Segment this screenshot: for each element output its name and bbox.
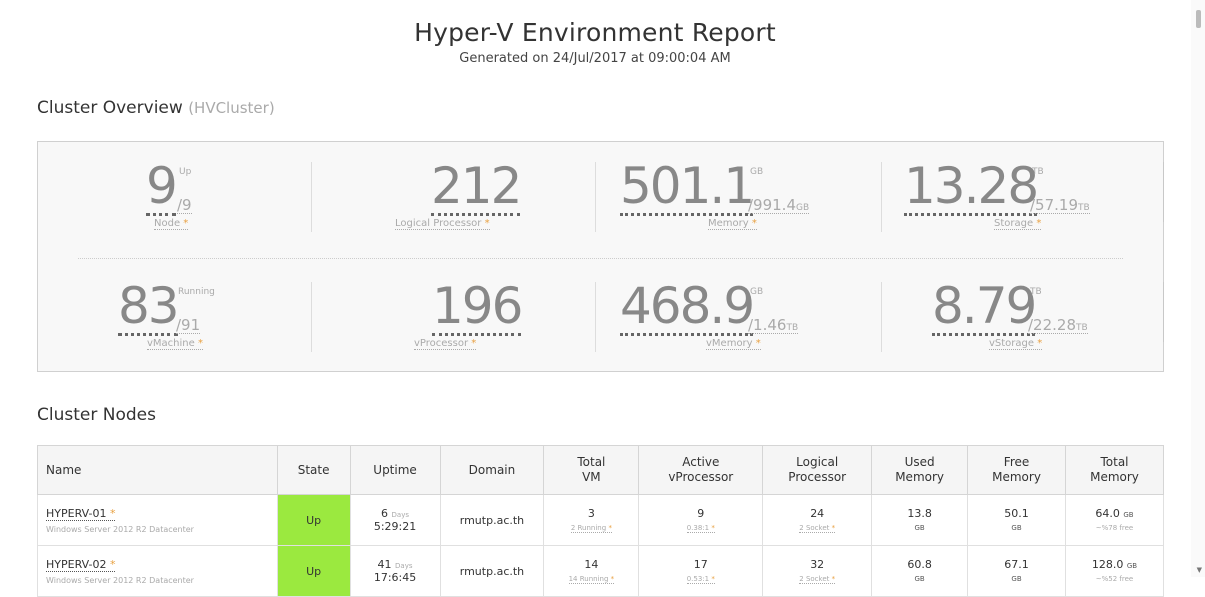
vmachine-running-count[interactable]: 83: [118, 281, 180, 336]
overview-row-divider: [78, 258, 1123, 259]
storage-label[interactable]: Storage *: [994, 218, 1042, 230]
column-header-free-memory: Free Memory: [967, 445, 1066, 495]
vstorage-label[interactable]: vStorage *: [989, 338, 1043, 350]
node-total-vm: 14 14 Running *: [543, 545, 640, 597]
column-header-logical-processor: Logical Processor: [762, 445, 873, 495]
vmachine-stat: 83 Running /91 vMachine *: [118, 272, 298, 352]
panel-divider: [1163, 282, 1164, 342]
stat-divider: [311, 162, 312, 232]
socket-link[interactable]: 2 Socket *: [799, 575, 836, 584]
node-total-memory: 128.0 GB ~%52 free: [1065, 545, 1164, 597]
memory-unit: GB: [750, 167, 764, 177]
report-title: Hyper-V Environment Report: [414, 18, 776, 47]
table-row: HYPERV-02 * Windows Server 2012 R2 Datac…: [37, 545, 1164, 597]
cluster-overview-heading: Cluster Overview (HVCluster): [37, 98, 275, 118]
stat-divider: [881, 282, 882, 352]
running-vm-link[interactable]: 14 Running *: [568, 575, 615, 584]
node-hostname-link[interactable]: HYPERV-01 *: [46, 506, 116, 521]
column-header-domain: Domain: [439, 445, 545, 495]
node-name-cell: HYPERV-02 * Windows Server 2012 R2 Datac…: [37, 545, 278, 597]
vstorage-used[interactable]: 8.79: [932, 281, 1037, 336]
memory-stat: 501.1 GB /991.4GB Memory *: [620, 152, 860, 232]
storage-stat: 13.28 TB /57.19TB Storage *: [904, 152, 1154, 232]
column-header-total-vm: Total VM: [543, 445, 640, 495]
panel-divider: [1163, 162, 1164, 222]
column-header-uptime: Uptime: [349, 445, 441, 495]
node-used-memory: 60.8 GB: [871, 545, 969, 597]
node-logical-processor: 32 2 Socket *: [762, 545, 873, 597]
node-stat: 9 Up /9 Node *: [146, 152, 316, 232]
storage-used[interactable]: 13.28: [904, 161, 1039, 216]
column-header-used-memory: Used Memory: [871, 445, 969, 495]
vmachine-total[interactable]: /91: [176, 318, 201, 334]
report-header: Hyper-V Environment Report Generated on …: [0, 18, 1190, 66]
vmachine-label[interactable]: vMachine *: [147, 338, 203, 350]
running-vm-link[interactable]: 2 Running *: [570, 524, 612, 533]
vstorage-stat: 8.79 TB /22.28TB vStorage *: [932, 272, 1162, 352]
stat-divider: [311, 282, 312, 352]
node-free-memory: 67.1 GB: [967, 545, 1066, 597]
node-up-label: Up: [179, 167, 192, 177]
vprocessor-ratio-link[interactable]: 0.53:1 *: [686, 575, 715, 584]
socket-link[interactable]: 2 Socket *: [799, 524, 836, 533]
vmemory-stat: 468.9 GB /1.46TB vMemory *: [620, 272, 860, 352]
node-total-memory: 64.0 GB ~%78 free: [1065, 494, 1164, 546]
stat-divider: [595, 282, 596, 352]
memory-total[interactable]: /991.4GB: [748, 198, 810, 214]
cluster-nodes-table: Name State Uptime Domain Total VM Active v…: [37, 445, 1164, 597]
node-active-vprocessor: 9 0.38:1 *: [638, 494, 764, 546]
vertical-scrollbar[interactable]: ▼: [1191, 0, 1205, 577]
logical-processor-count[interactable]: 212: [431, 161, 522, 216]
node-hostname-link[interactable]: HYPERV-02 *: [46, 557, 116, 572]
vstorage-total[interactable]: /22.28TB: [1028, 318, 1088, 334]
vstorage-unit: TB: [1030, 287, 1042, 297]
node-logical-processor: 24 2 Socket *: [762, 494, 873, 546]
logical-processor-label[interactable]: Logical Processor *: [395, 218, 490, 230]
vprocessor-label[interactable]: vProcessor *: [414, 338, 477, 350]
vmemory-total[interactable]: /1.46TB: [748, 318, 799, 334]
node-state-badge: Up: [276, 545, 351, 597]
table-header-row: Name State Uptime Domain Total VM Active v…: [37, 445, 1164, 495]
node-state-badge: Up: [276, 494, 351, 546]
memory-label[interactable]: Memory *: [708, 218, 757, 230]
node-domain: rmutp.ac.th: [439, 545, 545, 597]
cluster-overview-title: Cluster Overview: [37, 98, 183, 118]
node-label[interactable]: Node *: [154, 218, 189, 230]
logical-processor-stat: 212 Logical Processor *: [395, 152, 595, 232]
column-header-active-vprocessor: Active vProcessor: [638, 445, 764, 495]
vmachine-running-label: Running: [178, 287, 215, 297]
node-active-vprocessor: 17 0.53:1 *: [638, 545, 764, 597]
node-name-cell: HYPERV-01 * Windows Server 2012 R2 Datac…: [37, 494, 278, 546]
table-row: HYPERV-01 * Windows Server 2012 R2 Datac…: [37, 494, 1164, 546]
vmemory-label[interactable]: vMemory *: [706, 338, 761, 350]
node-domain: rmutp.ac.th: [439, 494, 545, 546]
vprocessor-ratio-link[interactable]: 0.38:1 *: [686, 524, 715, 533]
stat-divider: [595, 162, 596, 232]
node-uptime: 41 Days 17:6:45: [349, 545, 441, 597]
vmemory-used[interactable]: 468.9: [620, 281, 755, 336]
column-header-name: Name: [37, 445, 278, 495]
node-total-vm: 32 Running *: [543, 494, 640, 546]
vmemory-unit: GB: [750, 287, 764, 297]
memory-used[interactable]: 501.1: [620, 161, 755, 216]
vprocessor-count[interactable]: 196: [432, 281, 523, 336]
node-total[interactable]: /9: [177, 198, 192, 214]
stat-divider: [881, 162, 882, 232]
storage-unit: TB: [1032, 167, 1044, 177]
cluster-overview-panel: 9 Up /9 Node * 212 Logical Processor * 5…: [37, 141, 1164, 372]
column-header-state: State: [276, 445, 351, 495]
cluster-nodes-title: Cluster Nodes: [37, 405, 156, 425]
column-header-total-memory: Total Memory: [1065, 445, 1164, 495]
node-used-memory: 13.8 GB: [871, 494, 969, 546]
node-up-count[interactable]: 9: [146, 161, 178, 216]
report-generated-date: Generated on 24/Jul/2017 at 09:00:04 AM: [459, 51, 731, 66]
node-uptime: 6 Days 5:29:21: [349, 494, 441, 546]
vprocessor-stat: 196 vProcessor *: [414, 272, 594, 352]
cluster-name: (HVCluster): [188, 99, 275, 117]
node-free-memory: 50.1 GB: [967, 494, 1066, 546]
scroll-down-arrow-icon[interactable]: ▼: [1197, 566, 1202, 574]
storage-total[interactable]: /57.19TB: [1030, 198, 1090, 214]
node-os: Windows Server 2012 R2 Datacenter: [46, 524, 194, 534]
scrollbar-thumb[interactable]: [1196, 10, 1201, 28]
